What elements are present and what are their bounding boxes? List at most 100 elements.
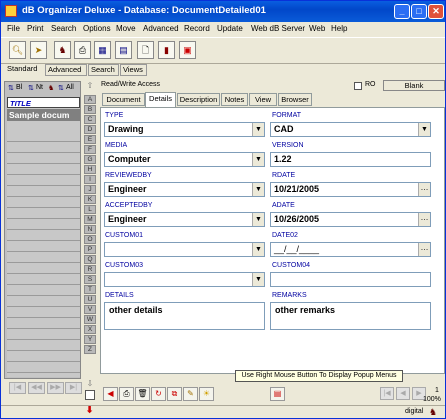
- chevron-down-icon[interactable]: ▼: [252, 243, 264, 256]
- alpha-x[interactable]: X: [84, 325, 96, 334]
- menu-web[interactable]: Web: [309, 24, 325, 33]
- list-item[interactable]: [7, 319, 80, 329]
- alpha-a[interactable]: A: [84, 95, 96, 104]
- list-item[interactable]: [7, 209, 80, 219]
- tab-standard[interactable]: Standard: [5, 64, 45, 76]
- tab-view[interactable]: View: [249, 93, 277, 106]
- tools-icon[interactable]: ♞: [54, 41, 71, 59]
- alpha-j[interactable]: J: [84, 185, 96, 194]
- chevron-down-icon[interactable]: ▼: [418, 123, 430, 136]
- alpha-y[interactable]: Y: [84, 335, 96, 344]
- tab-browser[interactable]: Browser: [278, 93, 312, 106]
- alpha-d[interactable]: D: [84, 125, 96, 134]
- date02-field[interactable]: __/__/____ …: [270, 242, 431, 257]
- alpha-s[interactable]: S: [84, 275, 96, 284]
- back-arrow-icon[interactable]: ◀: [103, 387, 118, 401]
- alpha-g[interactable]: G: [84, 155, 96, 164]
- list-item[interactable]: [7, 187, 80, 197]
- list-item[interactable]: [7, 198, 80, 208]
- chevron-down-icon[interactable]: ▼: [252, 183, 264, 196]
- database-icon[interactable]: ▣: [179, 41, 196, 59]
- details-textarea[interactable]: other details: [104, 302, 265, 330]
- type-dropdown[interactable]: Drawing ▼: [104, 122, 265, 137]
- alpha-r[interactable]: R: [84, 265, 96, 274]
- chevron-down-icon[interactable]: ▼: [252, 213, 264, 226]
- blank-button[interactable]: Blank: [383, 80, 445, 91]
- list-item[interactable]: [7, 253, 80, 263]
- tab-description[interactable]: Description: [177, 93, 220, 106]
- alpha-v[interactable]: V: [84, 305, 96, 314]
- list-item[interactable]: [7, 165, 80, 175]
- prev-page-icon[interactable]: ◀◀: [28, 382, 45, 394]
- lightbulb-icon[interactable]: ☀: [199, 387, 214, 401]
- chevron-down-icon[interactable]: ▼: [252, 153, 264, 166]
- alpha-m[interactable]: M: [84, 215, 96, 224]
- goto-icon[interactable]: ➤: [30, 41, 47, 59]
- first-record-icon[interactable]: |◀: [380, 387, 394, 400]
- format-dropdown[interactable]: CAD ▼: [270, 122, 431, 137]
- table-view-icon[interactable]: ▦: [94, 41, 111, 59]
- menu-file[interactable]: File: [7, 24, 20, 33]
- sort-icon[interactable]: ⇅: [8, 84, 14, 92]
- filter-bl-label[interactable]: Bl: [16, 84, 22, 91]
- ro-checkbox[interactable]: [354, 82, 362, 90]
- select-checkbox[interactable]: [85, 390, 95, 400]
- menu-search[interactable]: Search: [51, 24, 76, 33]
- alpha-e[interactable]: E: [84, 135, 96, 144]
- list-item[interactable]: [7, 352, 80, 362]
- title-bar[interactable]: dB Organizer Deluxe - Database: Document…: [1, 1, 445, 22]
- list-item[interactable]: [7, 264, 80, 274]
- menu-record[interactable]: Record: [184, 24, 210, 33]
- search-icon[interactable]: 🔍︎: [9, 41, 26, 59]
- alpha-t[interactable]: T: [84, 285, 96, 294]
- remarks-textarea[interactable]: other remarks: [270, 302, 431, 330]
- alpha-o[interactable]: O: [84, 235, 96, 244]
- menu-move[interactable]: Move: [116, 24, 136, 33]
- alpha-f[interactable]: F: [84, 145, 96, 154]
- tab-advanced[interactable]: Advanced: [45, 64, 87, 76]
- menu-help[interactable]: Help: [331, 24, 347, 33]
- next-page-icon[interactable]: ▶▶: [47, 382, 64, 394]
- acceptedby-dropdown[interactable]: Engineer ▼: [104, 212, 265, 227]
- reviewedby-dropdown[interactable]: Engineer ▼: [104, 182, 265, 197]
- custom04-field[interactable]: [270, 272, 431, 287]
- tab-views[interactable]: Views: [120, 64, 147, 76]
- tab-details[interactable]: Details: [145, 92, 176, 107]
- copy-record-icon[interactable]: ⧉: [167, 387, 182, 401]
- custom03-dropdown[interactable]: ▼: [104, 272, 265, 287]
- form-view-icon[interactable]: ▤: [115, 41, 132, 59]
- list-column-header[interactable]: TITLE: [7, 97, 80, 108]
- list-item[interactable]: [7, 297, 80, 307]
- tab-document[interactable]: Document: [102, 93, 145, 106]
- alpha-z[interactable]: Z: [84, 345, 96, 354]
- alpha-i[interactable]: I: [84, 175, 96, 184]
- delete-icon[interactable]: 🗑: [135, 387, 150, 401]
- alpha-p[interactable]: P: [84, 245, 96, 254]
- alpha-h[interactable]: H: [84, 165, 96, 174]
- alpha-b[interactable]: B: [84, 105, 96, 114]
- report-icon[interactable]: ▤: [270, 387, 285, 401]
- alpha-u[interactable]: U: [84, 295, 96, 304]
- list-item[interactable]: [7, 176, 80, 186]
- menu-web-db-server[interactable]: Web dB Server: [251, 24, 305, 33]
- print-icon[interactable]: ⎙: [74, 41, 91, 59]
- first-record-icon[interactable]: |◀: [9, 382, 26, 394]
- alpha-q[interactable]: Q: [84, 255, 96, 264]
- list-item[interactable]: [7, 286, 80, 296]
- list-item[interactable]: [7, 242, 80, 252]
- minimize-button[interactable]: _: [394, 4, 410, 19]
- sort-all-icon[interactable]: ⇅: [58, 84, 64, 92]
- list-item[interactable]: [7, 220, 80, 230]
- new-document-icon[interactable]: 🗋: [137, 41, 154, 59]
- alpha-k[interactable]: K: [84, 195, 96, 204]
- chevron-down-icon[interactable]: ▼: [252, 273, 264, 286]
- filter-nt-label[interactable]: Nt: [36, 84, 43, 91]
- filter-all-label[interactable]: All: [66, 84, 74, 91]
- chevron-down-icon[interactable]: ▼: [252, 123, 264, 136]
- list-item[interactable]: [7, 132, 80, 142]
- date-picker-icon[interactable]: …: [418, 213, 430, 226]
- date-picker-icon[interactable]: …: [418, 243, 430, 256]
- tab-search[interactable]: Search: [88, 64, 119, 76]
- prev-record-icon[interactable]: ◀: [396, 387, 410, 400]
- last-record-icon[interactable]: ▶|: [65, 382, 82, 394]
